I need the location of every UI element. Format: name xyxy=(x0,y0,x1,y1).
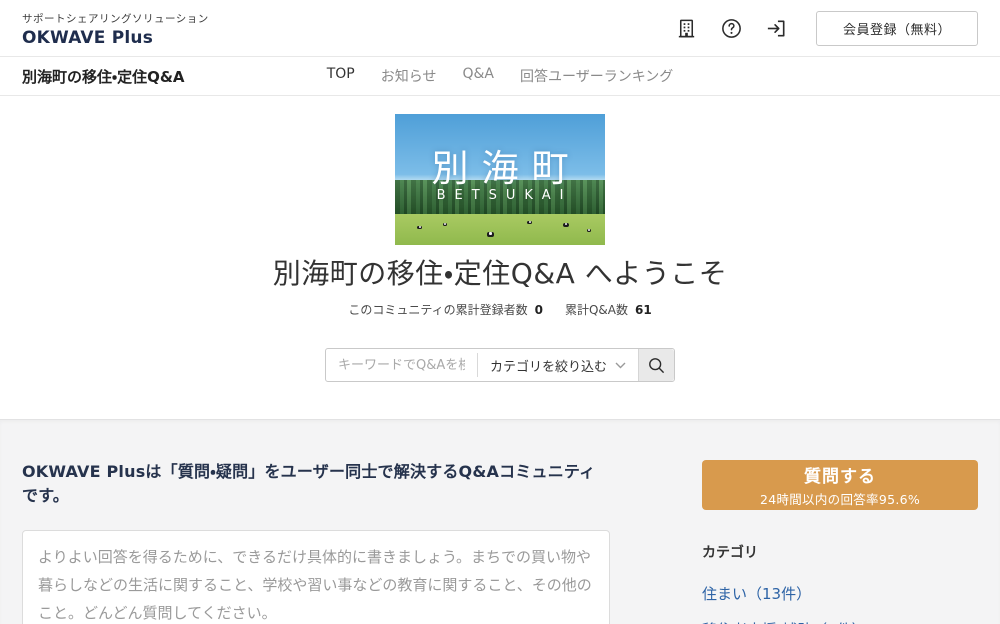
search-input[interactable] xyxy=(326,349,477,381)
login-icon[interactable] xyxy=(765,17,788,40)
signup-button[interactable]: 会員登録（無料） xyxy=(816,11,978,46)
main-nav: 別海町の移住・定住Q&A TOP お知らせ Q&A 回答ユーザーランキング xyxy=(0,56,1000,96)
qa-count-value: 61 xyxy=(635,303,652,317)
registered-count-value: 0 xyxy=(535,303,543,317)
hero-image: 別海町 BETSUKAI xyxy=(395,114,605,245)
qa-count-label: 累計Q&A数 xyxy=(565,303,628,317)
ask-question-button[interactable]: 質問する 24時間以内の回答率95.6% xyxy=(702,460,978,510)
cow-figure xyxy=(587,229,591,232)
company-building-icon[interactable] xyxy=(675,17,698,40)
chevron-down-icon xyxy=(615,362,626,369)
help-icon[interactable] xyxy=(720,17,743,40)
category-filter-dropdown[interactable]: カテゴリを絞り込む xyxy=(478,349,638,381)
brand-logo: OKWAVE Plus xyxy=(22,28,209,48)
hero-section: 別海町 BETSUKAI 別海町の移住・定住Q&A へようこそ このコミュニティ… xyxy=(0,96,1000,419)
category-filter-label: カテゴリを絞り込む xyxy=(490,356,607,375)
service-label: サポートシェアリングソリューション xyxy=(22,11,209,26)
community-columns: OKWAVE Plusは「質問・疑問」をユーザー同士で解決するQ&Aコミュニティ… xyxy=(22,458,978,624)
search-button[interactable] xyxy=(638,349,674,381)
cow-figure xyxy=(417,226,422,229)
community-section: OKWAVE Plusは「質問・疑問」をユーザー同士で解決するQ&Aコミュニティ… xyxy=(0,419,1000,624)
hero-field xyxy=(395,214,605,245)
answer-rate-label: 24時間以内の回答率95.6% xyxy=(760,489,920,508)
nav-item-news[interactable]: お知らせ xyxy=(381,66,437,86)
search-bar: カテゴリを絞り込む xyxy=(325,348,675,382)
cow-figure xyxy=(563,223,569,227)
category-link-support[interactable]: 移住者支援・補助（4件） xyxy=(702,619,978,624)
category-heading: カテゴリ xyxy=(702,542,978,562)
nav-item-qa[interactable]: Q&A xyxy=(462,66,494,86)
sidebar: 質問する 24時間以内の回答率95.6% カテゴリ 住まい（13件） 移住者支援… xyxy=(702,458,978,624)
cow-figure xyxy=(487,232,494,237)
search-icon xyxy=(648,357,665,374)
header-actions: 会員登録（無料） xyxy=(675,11,978,46)
nav-item-ranking[interactable]: 回答ユーザーランキング xyxy=(520,66,673,86)
question-column: OKWAVE Plusは「質問・疑問」をユーザー同士で解決するQ&Aコミュニティ… xyxy=(22,458,610,624)
cow-figure xyxy=(443,223,447,226)
nav-item-top[interactable]: TOP xyxy=(327,66,355,86)
category-link-housing[interactable]: 住まい（13件） xyxy=(702,583,978,604)
question-textarea[interactable] xyxy=(22,530,610,624)
hero-image-title: 別海町 xyxy=(395,138,605,192)
ask-question-label: 質問する xyxy=(804,462,876,487)
community-description: OKWAVE Plusは「質問・疑問」をユーザー同士で解決するQ&Aコミュニティ… xyxy=(22,458,610,506)
app-header: サポートシェアリングソリューション OKWAVE Plus 会員登録（無料） xyxy=(0,0,1000,56)
community-stats: このコミュニティの累計登録者数 0 累計Q&A数 61 xyxy=(0,301,1000,318)
registered-count-label: このコミュニティの累計登録者数 xyxy=(348,303,527,317)
site-title[interactable]: 別海町の移住・定住Q&A xyxy=(22,66,185,87)
welcome-heading: 別海町の移住・定住Q&A へようこそ xyxy=(0,252,1000,292)
brand-block[interactable]: サポートシェアリングソリューション OKWAVE Plus xyxy=(22,9,209,48)
hero-image-subtitle: BETSUKAI xyxy=(395,188,605,203)
cow-figure xyxy=(527,221,532,224)
